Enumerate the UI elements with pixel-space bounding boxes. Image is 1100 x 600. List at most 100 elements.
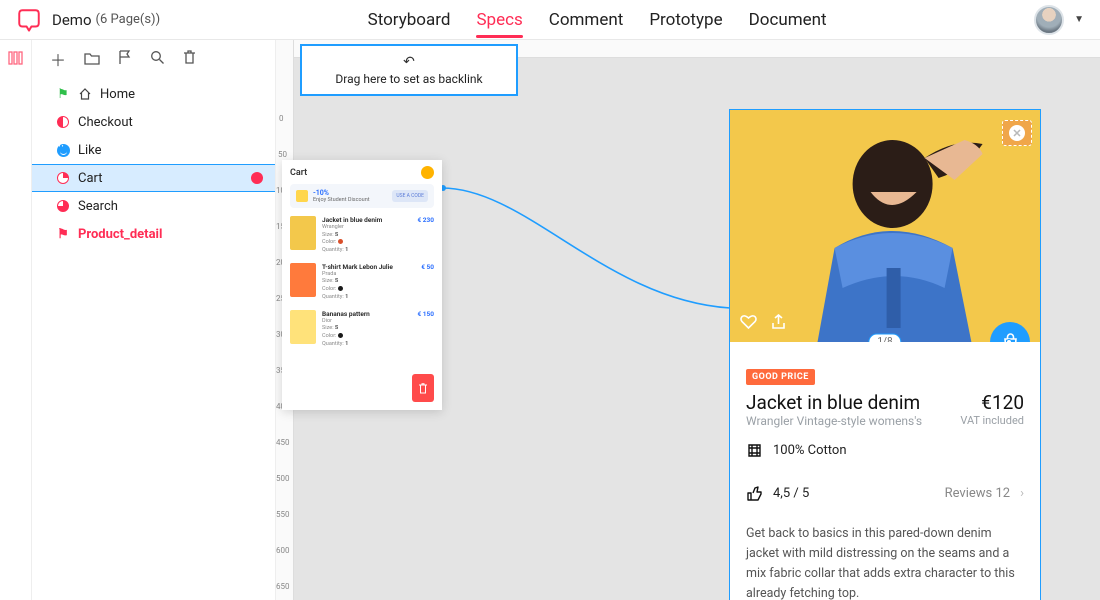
page-item-like[interactable]: Like — [32, 136, 275, 164]
cart-row[interactable]: Jacket in blue denim Wrangler Size: S Co… — [290, 216, 434, 255]
product-hero: ✕ 1/8 — [730, 110, 1040, 342]
app-header: Demo (6 Page(s)) Storyboard Specs Commen… — [0, 0, 1100, 40]
page-label: Search — [78, 199, 118, 214]
cart-title: Cart — [290, 168, 434, 178]
header-right: ▼ — [1034, 5, 1084, 35]
ruler-tick: 550 — [276, 510, 290, 519]
cart-item-meta: Wrangler Size: S Color: Quantity: 1 — [322, 224, 411, 255]
pie-half-icon — [56, 115, 70, 129]
tab-specs[interactable]: Specs — [476, 3, 522, 37]
left-rail — [0, 40, 32, 600]
page-item-product-detail[interactable]: ⚑ Product_detail — [32, 220, 275, 248]
folder-icon[interactable] — [84, 50, 100, 69]
chevron-right-icon: › — [1020, 486, 1024, 501]
cart-thumb — [290, 216, 316, 250]
promo-percent: -10% — [313, 189, 387, 197]
tab-prototype[interactable]: Prototype — [649, 3, 722, 37]
trash-icon[interactable] — [183, 50, 196, 69]
hero-illustration — [775, 118, 1015, 342]
user-menu-chevron-icon[interactable]: ▼ — [1074, 14, 1084, 25]
main-tabs: Storyboard Specs Comment Prototype Docum… — [160, 3, 1034, 37]
pages-list: ⚑ Home Checkout Like Cart Search — [32, 78, 275, 248]
project-page-count: (6 Page(s)) — [96, 12, 161, 27]
page-label: Checkout — [78, 115, 133, 130]
hero-pager[interactable]: 1/8 — [868, 334, 901, 343]
hero-actions — [740, 314, 786, 334]
cart-item-name: Jacket in blue denim — [322, 216, 411, 224]
reviews-row[interactable]: 4,5 / 5 Reviews 12 › — [746, 485, 1024, 502]
material-icon — [746, 442, 763, 459]
product-subtitle: Wrangler Vintage-style womens's — [746, 414, 922, 428]
promo-cta[interactable]: USE A CODE — [392, 190, 428, 202]
thumbs-up-icon — [746, 485, 763, 502]
flag-icon[interactable] — [118, 50, 132, 69]
material-row: 100% Cotton — [746, 442, 1024, 459]
sidebar-toolbar: ＋ — [32, 40, 275, 78]
delete-button[interactable] — [412, 374, 434, 402]
ruler-tick: 500 — [276, 474, 290, 483]
cart-item-meta: Prada Size: S Color: Quantity: 1 — [322, 271, 415, 302]
cart-fab-icon[interactable] — [421, 166, 434, 179]
flag-red-icon: ⚑ — [56, 227, 70, 241]
cart-row[interactable]: Bananas pattern Dior Size: S Color: Quan… — [290, 310, 434, 349]
product-body: GOOD PRICE Jacket in blue denim Wrangler… — [730, 342, 1040, 600]
backlink-hint-label: Drag here to set as backlink — [335, 72, 482, 86]
page-label: Like — [78, 143, 102, 158]
cart-thumb — [290, 263, 316, 297]
promo-banner[interactable]: -10% Enjoy Student Discount USE A CODE — [290, 184, 434, 208]
flag-green-icon: ⚑ — [56, 87, 70, 101]
ruler-tick: 0 — [279, 114, 284, 123]
tab-comment[interactable]: Comment — [549, 3, 624, 37]
product-description: Get back to basics in this pared-down de… — [746, 524, 1024, 600]
cart-item-name: T-shirt Mark Lebon Julie — [322, 263, 415, 271]
page-label: Cart — [78, 171, 103, 186]
heart-icon[interactable] — [740, 314, 757, 334]
close-icon: ✕ — [1009, 125, 1025, 141]
reviews-label: Reviews 12 — [945, 486, 1011, 501]
design-canvas[interactable]: 0 50 100 150 200 250 300 350 400 450 500… — [276, 40, 1100, 600]
cart-item-meta: Dior Size: S Color: Quantity: 1 — [322, 318, 411, 349]
cart-item-price: € 50 — [421, 263, 434, 302]
cart-item-name: Bananas pattern — [322, 310, 411, 318]
product-name: Jacket in blue denim — [746, 391, 922, 414]
page-item-home[interactable]: ⚑ Home — [32, 80, 275, 108]
ruler-tick: 450 — [276, 438, 290, 447]
smile-icon — [56, 143, 70, 157]
pie-quarter-icon — [56, 171, 70, 185]
page-item-cart[interactable]: Cart — [32, 164, 275, 192]
pie-tq-icon — [56, 199, 70, 213]
rating-label: 4,5 / 5 — [773, 486, 809, 501]
page-item-search[interactable]: Search — [32, 192, 275, 220]
selection-dot-icon — [251, 172, 263, 184]
home-icon — [78, 87, 92, 101]
project-title[interactable]: Demo — [52, 11, 92, 29]
gift-icon — [296, 190, 308, 202]
material-label: 100% Cotton — [773, 443, 847, 458]
page-label: Product_detail — [78, 227, 162, 242]
cart-row[interactable]: T-shirt Mark Lebon Julie Prada Size: S C… — [290, 263, 434, 302]
cart-thumb — [290, 310, 316, 344]
vat-label: VAT included — [960, 414, 1024, 427]
backlink-drop-zone[interactable]: ↶ Drag here to set as backlink — [300, 44, 518, 96]
artboard-cart[interactable]: Cart -10% Enjoy Student Discount USE A C… — [282, 160, 442, 410]
user-avatar[interactable] — [1034, 5, 1064, 35]
cart-item-price: € 150 — [417, 310, 434, 349]
rail-specs-icon[interactable] — [8, 50, 24, 70]
share-icon[interactable] — [771, 314, 786, 334]
page-item-checkout[interactable]: Checkout — [32, 108, 275, 136]
ruler-tick: 650 — [276, 582, 290, 591]
app-logo — [14, 5, 44, 35]
search-icon[interactable] — [150, 50, 165, 69]
promo-sub: Enjoy Student Discount — [313, 197, 387, 203]
artboard-product-detail[interactable]: ✕ 1/8 GOOD PRICE Jack — [730, 110, 1040, 600]
product-price: €120 — [960, 391, 1024, 414]
ruler-tick: 50 — [278, 150, 287, 159]
add-page-icon[interactable]: ＋ — [50, 47, 66, 71]
resize-handle-icon[interactable] — [1006, 339, 1012, 342]
price-badge: GOOD PRICE — [746, 369, 815, 385]
cart-item-price: € 230 — [417, 216, 434, 255]
close-chip[interactable]: ✕ — [1002, 120, 1032, 146]
tab-document[interactable]: Document — [749, 3, 827, 37]
tab-storyboard[interactable]: Storyboard — [368, 3, 451, 37]
page-label: Home — [100, 87, 135, 102]
